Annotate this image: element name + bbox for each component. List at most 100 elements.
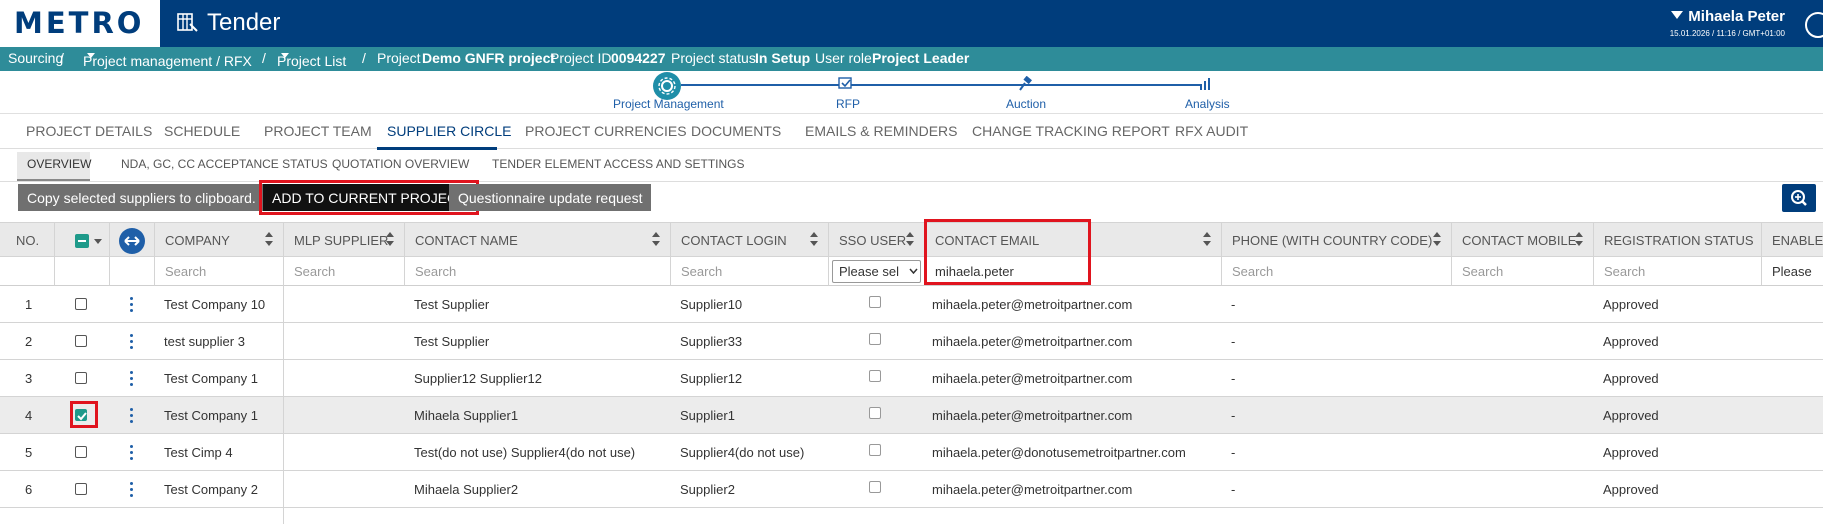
row-actions-menu-icon[interactable]	[130, 371, 134, 387]
row-checkbox[interactable]	[75, 335, 87, 347]
filter-contact-mobile[interactable]: Search	[1452, 257, 1594, 286]
select-all-checkbox[interactable]	[75, 234, 89, 248]
table-row[interactable]: 6 Test Company 2 Mihaela Supplier2 Supplier…	[0, 471, 1823, 508]
subtab-quotation-overview[interactable]: QUOTATION OVERVIEW	[332, 157, 469, 171]
table-row[interactable]: 3 Test Company 1 Supplier12 Supplier12 Supp…	[0, 360, 1823, 397]
column-header-registration-status[interactable]: REGISTRATION STATUS	[1594, 222, 1762, 257]
row-checkbox[interactable]	[75, 298, 87, 310]
filter-contact-login[interactable]: Search	[671, 257, 829, 286]
row-actions-menu-icon[interactable]	[130, 334, 134, 350]
tab-change-tracking-report[interactable]: CHANGE TRACKING REPORT	[972, 123, 1170, 139]
row-checkbox[interactable]	[75, 483, 87, 495]
sort-icon[interactable]	[265, 232, 273, 248]
sso-user-checkbox[interactable]	[869, 407, 881, 419]
subtab-nda-acceptance[interactable]: NDA, GC, CC ACCEPTANCE STATUS	[121, 157, 328, 171]
user-menu[interactable]: Mihaela Peter	[1671, 8, 1785, 25]
filter-sso-user-select[interactable]: Please sel	[829, 257, 925, 286]
zoom-button[interactable]	[1782, 184, 1816, 212]
metro-logo[interactable]: METRO	[14, 6, 144, 40]
sso-user-checkbox[interactable]	[869, 296, 881, 308]
copy-suppliers-button[interactable]: Copy selected suppliers to clipboard.	[18, 184, 265, 211]
column-header-contact-name[interactable]: CONTACT NAME	[405, 222, 671, 257]
table-row[interactable]: 2 test supplier 3 Test Supplier Supplier33 m…	[0, 323, 1823, 360]
column-header-select[interactable]	[55, 222, 110, 257]
row-actions-menu-icon[interactable]	[130, 482, 134, 498]
project-status: In Setup	[755, 50, 811, 66]
expand-columns-icon[interactable]	[119, 228, 145, 254]
tab-schedule[interactable]: SCHEDULE	[164, 123, 240, 139]
sso-user-checkbox[interactable]	[869, 481, 881, 493]
sso-user-checkbox[interactable]	[869, 333, 881, 345]
sort-icon[interactable]	[1433, 232, 1441, 248]
column-header-company[interactable]: COMPANY	[155, 222, 284, 257]
sso-user-checkbox[interactable]	[869, 444, 881, 456]
column-header-no-label: NO.	[16, 233, 40, 248]
tab-emails-reminders[interactable]: EMAILS & REMINDERS	[805, 123, 957, 139]
step-analysis[interactable]: Analysis	[1185, 97, 1230, 111]
add-to-current-project-button[interactable]: ADD TO CURRENT PROJECT	[259, 180, 479, 215]
minus-icon	[78, 240, 86, 242]
filter-enable-value: Please	[1772, 264, 1812, 279]
contact-email-cell: mihaela.peter@metroitpartner.com	[932, 482, 1133, 497]
column-header-mlp-supplier[interactable]: MLP SUPPLIER	[284, 222, 405, 257]
tab-rfx-audit[interactable]: RFX AUDIT	[1175, 123, 1248, 139]
gavel-icon[interactable]	[1019, 76, 1035, 92]
table-row[interactable]: 5 Test Cimp 4 Test(do not use) Supplier4(d…	[0, 434, 1823, 471]
filter-company[interactable]: Search	[155, 257, 284, 286]
row-actions-menu-icon[interactable]	[130, 445, 134, 461]
sort-icon[interactable]	[652, 232, 660, 248]
bar-chart-icon[interactable]	[1199, 78, 1213, 90]
column-header-phone-label: PHONE (WITH COUNTRY CODE)	[1232, 233, 1433, 248]
column-header-phone[interactable]: PHONE (WITH COUNTRY CODE)	[1222, 222, 1452, 257]
tab-documents[interactable]: DOCUMENTS	[691, 123, 781, 139]
filter-registration-status[interactable]: Search	[1594, 257, 1762, 286]
sort-icon[interactable]	[810, 232, 818, 248]
step-project-management-marker[interactable]	[653, 72, 681, 100]
questionnaire-update-button[interactable]: Questionnaire update request	[449, 184, 652, 211]
column-header-sso-user[interactable]: SSO USER	[829, 222, 925, 257]
step-auction[interactable]: Auction	[1006, 97, 1046, 111]
sso-user-checkbox[interactable]	[869, 370, 881, 382]
table-row[interactable]: 1 Test Company 10 Test Supplier Supplier10 m…	[0, 286, 1823, 323]
filter-phone[interactable]: Search	[1222, 257, 1452, 286]
sort-icon[interactable]	[906, 232, 914, 248]
filter-cell-no	[0, 257, 55, 286]
column-header-no[interactable]: NO.	[0, 222, 55, 257]
tab-project-team[interactable]: PROJECT TEAM	[264, 123, 372, 139]
tab-project-currencies[interactable]: PROJECT CURRENCIES	[525, 123, 687, 139]
column-header-contact-login[interactable]: CONTACT LOGIN	[671, 222, 829, 257]
tender-icon	[177, 13, 198, 32]
filter-enable-select[interactable]: Please	[1762, 257, 1823, 286]
contact-email-cell: mihaela.peter@metroitpartner.com	[932, 334, 1133, 349]
filter-mlp-supplier[interactable]: Search	[284, 257, 405, 286]
column-header-enable[interactable]: ENABLE	[1762, 222, 1823, 257]
subtab-overview[interactable]: OVERVIEW	[27, 157, 91, 171]
filter-contact-login-placeholder: Search	[681, 264, 723, 279]
row-checkbox[interactable]	[75, 446, 87, 458]
table-row[interactable]: 4 Test Company 1 Mihaela Supplier1 Supplier…	[0, 397, 1823, 434]
row-actions-menu-icon[interactable]	[130, 408, 134, 424]
column-header-contact-mobile[interactable]: CONTACT MOBILE	[1452, 222, 1594, 257]
row-checkbox[interactable]	[75, 372, 87, 384]
column-header-contact-login-label: CONTACT LOGIN	[681, 233, 787, 248]
column-header-mobile-label: CONTACT MOBILE	[1462, 233, 1577, 248]
sort-icon[interactable]	[1575, 232, 1583, 248]
document-check-icon[interactable]	[838, 77, 854, 91]
row-actions-menu-icon[interactable]	[130, 297, 134, 313]
project-id-label: Project ID	[550, 50, 612, 66]
filter-cell-actions	[110, 257, 155, 286]
sort-icon[interactable]	[386, 232, 394, 248]
breadcrumb-sourcing[interactable]: Sourcing	[8, 50, 63, 66]
sort-icon[interactable]	[1203, 232, 1211, 248]
step-project-management[interactable]: Project Management	[613, 97, 724, 111]
column-header-enable-label: ENABLE	[1772, 233, 1823, 248]
step-rfp[interactable]: RFP	[836, 97, 860, 111]
chevron-down-icon[interactable]	[94, 239, 102, 244]
user-avatar-icon[interactable]	[1805, 12, 1823, 38]
subtab-tender-element-access[interactable]: TENDER ELEMENT ACCESS AND SETTINGS	[492, 157, 745, 171]
filter-contact-name[interactable]: Search	[405, 257, 671, 286]
app-title: Tender	[207, 9, 281, 36]
tab-project-details[interactable]: PROJECT DETAILS	[26, 123, 152, 139]
tab-supplier-circle[interactable]: SUPPLIER CIRCLE	[387, 123, 511, 139]
chevron-down-icon	[281, 53, 289, 58]
